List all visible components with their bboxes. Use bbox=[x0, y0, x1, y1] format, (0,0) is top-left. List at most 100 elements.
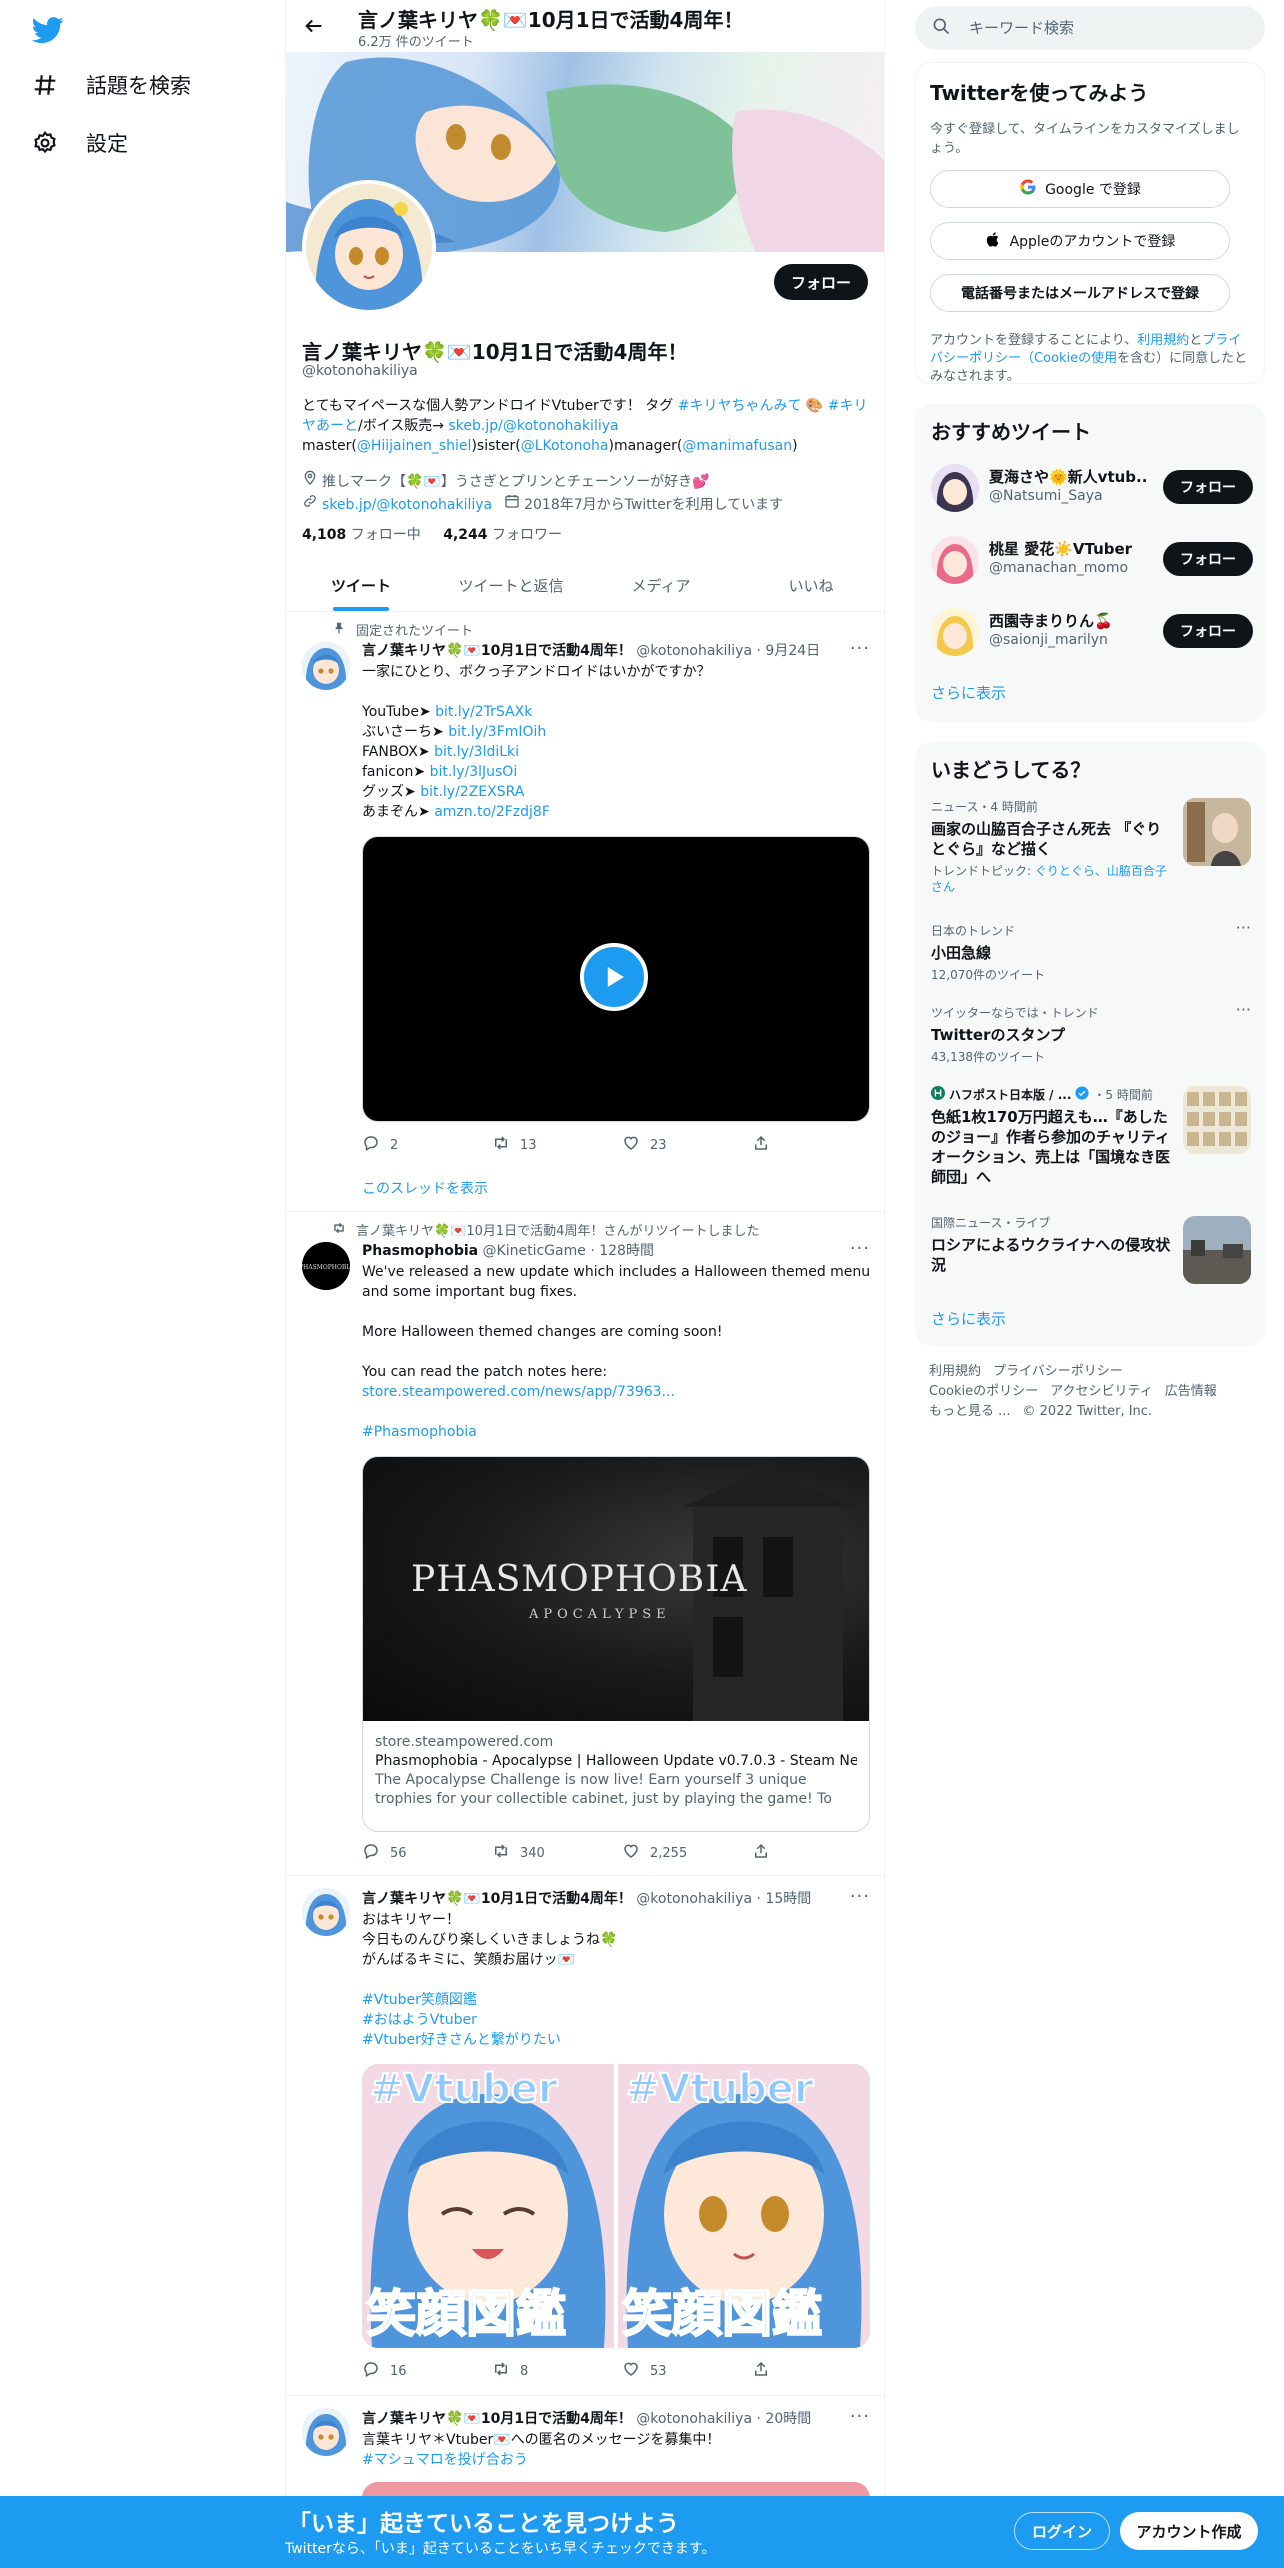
tweet-time[interactable]: 9月24日 bbox=[765, 643, 820, 659]
tweet-avatar[interactable] bbox=[302, 1888, 350, 1936]
tweet-image[interactable]: #Vtuber 笑顔図鑑 bbox=[618, 2064, 870, 2348]
tweet-link[interactable]: bit.ly/3lJusOi bbox=[430, 764, 518, 780]
trend-item[interactable]: 国際ニュース・ライブ ロシアによるウクライナへの侵攻状況 bbox=[931, 1214, 1251, 1284]
trend-item[interactable]: ツイッターならでは・トレンド Twitterのスタンプ 43,138件のツイート… bbox=[931, 1000, 1251, 1065]
login-button[interactable]: ログイン bbox=[1014, 2512, 1110, 2550]
search-bar[interactable] bbox=[915, 6, 1265, 50]
play-icon[interactable] bbox=[580, 943, 648, 1011]
footer-link[interactable]: 利用規約 bbox=[929, 1364, 981, 1379]
show-more-link[interactable]: さらに表示 bbox=[931, 682, 1006, 703]
trend-item[interactable]: ハフポスト日本版 / ... ・5 時間前 色紙1枚170万円超えも…『あしたの… bbox=[931, 1086, 1251, 1187]
twitter-logo-icon[interactable] bbox=[31, 14, 64, 46]
profile-url[interactable]: skeb.jp/@kotonohakiliya bbox=[322, 494, 492, 516]
tweet-avatar[interactable] bbox=[302, 642, 350, 690]
trend-item[interactable]: ニュース・4 時間前 画家の山脇百合子さん死去 『ぐりとぐら』など描く トレンド… bbox=[931, 798, 1251, 895]
trend-item[interactable]: 日本のトレンド 小田急線 12,070件のツイート ··· bbox=[931, 918, 1251, 983]
tweet-author-handle[interactable]: @kotonohakiliya bbox=[636, 643, 752, 659]
like-button[interactable]: 53 bbox=[622, 2360, 752, 2382]
reply-button[interactable]: 56 bbox=[362, 1842, 492, 1864]
retweeted-label[interactable]: 言ノ葉キリヤ🍀💌10月1日で活動4周年！さんがリツイートしました bbox=[356, 1220, 759, 1239]
following-link[interactable]: 4,108 フォロー中 bbox=[302, 527, 421, 543]
like-button[interactable]: 23 bbox=[622, 1134, 752, 1156]
footer-link[interactable]: アクセシビリティ bbox=[1050, 1384, 1153, 1399]
tweet-author-name[interactable]: 言ノ葉キリヤ🍀💌10月1日で活動4周年！ bbox=[362, 2411, 632, 2427]
terms-link[interactable]: 利用規約 bbox=[1137, 333, 1189, 348]
tweet-author-handle[interactable]: @KineticGame bbox=[483, 1243, 586, 1259]
back-arrow-icon[interactable] bbox=[300, 12, 328, 40]
tweet-pinned[interactable]: 固定されたツイート 言ノ葉キリヤ🍀💌10月1日で活動4周年！ @kotonoha… bbox=[286, 612, 884, 1212]
bio-mention-link[interactable]: @manimafusan bbox=[682, 438, 792, 454]
bio-hashtag-link[interactable]: #キリヤちゃんみて bbox=[678, 398, 802, 414]
tweet-author-name[interactable]: Phasmophobia bbox=[362, 1243, 478, 1259]
tweet-link[interactable]: bit.ly/3ldiLki bbox=[434, 744, 519, 760]
reply-button[interactable]: 16 bbox=[362, 2360, 492, 2382]
retweet-button[interactable]: 8 bbox=[492, 2360, 622, 2382]
more-icon[interactable]: ··· bbox=[850, 2406, 870, 2427]
tweet-image[interactable]: 言ノ葉キリヤ🍀💌10月1日で活動4周年！ @kotonohakiliya · 1… bbox=[286, 1876, 884, 2396]
show-more-link[interactable]: さらに表示 bbox=[931, 1308, 1006, 1329]
footer-link[interactable]: もっと見る ... bbox=[929, 1404, 1011, 1419]
tweet-avatar[interactable] bbox=[302, 2408, 350, 2456]
retweet-button[interactable]: 13 bbox=[492, 1134, 622, 1156]
tweet-link[interactable]: bit.ly/3FmIOih bbox=[448, 724, 546, 740]
profile-avatar[interactable] bbox=[302, 180, 436, 314]
signup-button[interactable]: アカウント作成 bbox=[1120, 2512, 1258, 2550]
google-signup-button[interactable]: Google で登録 bbox=[930, 170, 1230, 208]
footer-link[interactable]: プライバシーポリシー bbox=[993, 1364, 1123, 1379]
retweet-button[interactable]: 340 bbox=[492, 1842, 622, 1864]
tweet-time[interactable]: 128時間 bbox=[599, 1243, 654, 1259]
tweet-link[interactable]: store.steampowered.com/news/app/73963... bbox=[362, 1384, 675, 1400]
tweet-time[interactable]: 15時間 bbox=[765, 1891, 811, 1907]
tweet-time[interactable]: 20時間 bbox=[765, 2411, 811, 2427]
followers-link[interactable]: 4,244 フォロワー bbox=[443, 527, 562, 543]
share-button[interactable] bbox=[752, 1134, 792, 1156]
share-button[interactable] bbox=[752, 1842, 792, 1864]
tweet-link[interactable]: #おはようVtuber bbox=[362, 2012, 477, 2028]
recommended-user[interactable]: 桃星 愛花☀️VTuber @manachan_momo フォロー bbox=[931, 532, 1253, 592]
more-icon[interactable]: ··· bbox=[850, 1238, 870, 1259]
footer-link[interactable]: 広告情報 bbox=[1165, 1384, 1217, 1399]
tweet-author-name[interactable]: 言ノ葉キリヤ🍀💌10月1日で活動4周年！ bbox=[362, 1891, 632, 1907]
tab-likes[interactable]: いいね bbox=[736, 560, 884, 611]
more-icon[interactable]: ··· bbox=[850, 638, 870, 659]
user-avatar[interactable] bbox=[931, 608, 979, 656]
tweet-link[interactable]: amzn.to/2Fzdj8F bbox=[434, 804, 550, 820]
nav-settings[interactable]: 設定 bbox=[32, 128, 128, 158]
apple-signup-button[interactable]: Appleのアカウントで登録 bbox=[930, 222, 1230, 260]
bio-mention-link[interactable]: @Hiijainen_shiel bbox=[357, 438, 472, 454]
tweet-link[interactable]: bit.ly/2ZEXSRA bbox=[420, 784, 524, 800]
follow-button[interactable]: フォロー bbox=[1163, 614, 1253, 648]
bio-url-link[interactable]: skeb.jp/@kotonohakiliya bbox=[448, 418, 618, 434]
tab-media[interactable]: メディア bbox=[586, 560, 736, 611]
profile-follow-button[interactable]: フォロー bbox=[774, 264, 868, 300]
tweet-link[interactable]: #Vtuber好きさんと繋がりたい bbox=[362, 2032, 561, 2048]
user-avatar[interactable] bbox=[931, 464, 979, 512]
user-avatar[interactable] bbox=[931, 536, 979, 584]
more-icon[interactable]: ··· bbox=[1236, 1000, 1251, 1019]
bio-mention-link[interactable]: @LKotonoha bbox=[521, 438, 609, 454]
tweet-author-handle[interactable]: @kotonohakiliya bbox=[636, 1891, 752, 1907]
recommended-user[interactable]: 夏海さや🌞新人vtub... @Natsumi_Saya フォロー bbox=[931, 460, 1253, 520]
tab-tweets-replies[interactable]: ツイートと返信 bbox=[436, 560, 586, 611]
tweet-retweet[interactable]: 言ノ葉キリヤ🍀💌10月1日で活動4周年！さんがリツイートしました PHASMOP… bbox=[286, 1212, 884, 1876]
tweet-link[interactable]: #Phasmophobia bbox=[362, 1424, 477, 1440]
follow-button[interactable]: フォロー bbox=[1163, 470, 1253, 504]
tweet-video[interactable] bbox=[362, 836, 870, 1122]
footer-link[interactable]: Cookieのポリシー bbox=[929, 1384, 1038, 1399]
email-signup-button[interactable]: 電話番号またはメールアドレスで登録 bbox=[930, 274, 1230, 312]
like-button[interactable]: 2,255 bbox=[622, 1842, 752, 1864]
tweet-author-name[interactable]: 言ノ葉キリヤ🍀💌10月1日で活動4周年！ bbox=[362, 643, 632, 659]
nav-explore[interactable]: 話題を検索 bbox=[32, 70, 191, 100]
recommended-user[interactable]: 西園寺まりりん🍒 @saionji_marilyn フォロー bbox=[931, 604, 1253, 664]
share-button[interactable] bbox=[752, 2360, 792, 2382]
tweet-hashtag-link[interactable]: #マシュマロを投げ合おう bbox=[362, 2452, 528, 2468]
tab-tweets[interactable]: ツイート bbox=[286, 560, 436, 611]
tweet-image[interactable]: #Vtuber 笑顔図鑑 bbox=[362, 2064, 614, 2348]
search-input[interactable] bbox=[969, 19, 1229, 37]
reply-button[interactable]: 2 bbox=[362, 1134, 492, 1156]
tweet-link[interactable]: bit.ly/2TrSAXk bbox=[435, 704, 532, 720]
follow-button[interactable]: フォロー bbox=[1163, 542, 1253, 576]
link-card[interactable]: PHASMOPHOBIA APOCALYPSE store.steampower… bbox=[362, 1456, 870, 1832]
more-icon[interactable]: ··· bbox=[1236, 918, 1251, 937]
show-thread-link[interactable]: このスレッドを表示 bbox=[362, 1178, 488, 1198]
